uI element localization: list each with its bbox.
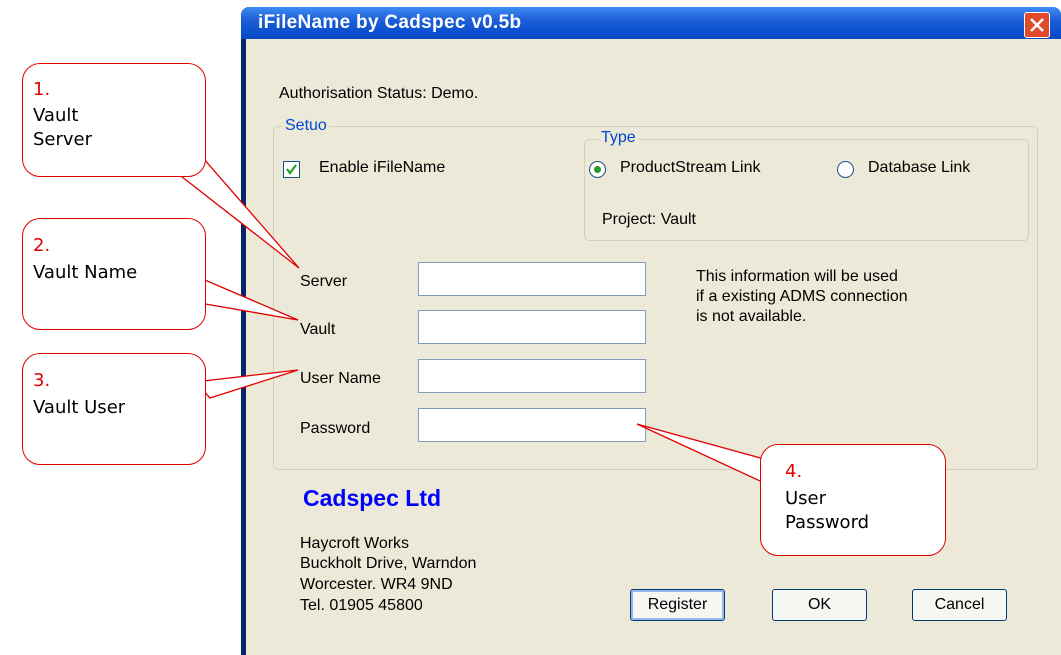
callout-3-number: 3. — [33, 370, 51, 391]
callout-1-line-2: Server — [33, 129, 93, 150]
callout-3-line-1: Vault User — [33, 397, 126, 418]
callout-2-label: Vault Name — [33, 261, 137, 285]
callout-3: 3. Vault User — [22, 353, 206, 465]
callout-2: 2. Vault Name — [22, 218, 206, 330]
callout-1-label: Vault Server — [33, 104, 92, 152]
callout-4-line-2: Password — [785, 512, 870, 533]
callout-1-line-1: Vault — [33, 105, 79, 126]
callout-2-number: 2. — [33, 235, 51, 256]
callout-3-label: Vault User — [33, 396, 125, 420]
callout-4-label: User Password — [785, 487, 869, 535]
callout-3-pointer — [193, 369, 299, 399]
callout-4-pointer — [636, 423, 777, 482]
callout-4-number: 4. — [785, 461, 803, 482]
callout-1-number: 1. — [33, 79, 51, 100]
callout-4: 4. User Password — [760, 444, 946, 556]
callout-2-line-1: Vault Name — [33, 262, 138, 283]
callout-4-line-1: User — [785, 488, 827, 509]
callout-1: 1. Vault Server — [22, 63, 206, 177]
